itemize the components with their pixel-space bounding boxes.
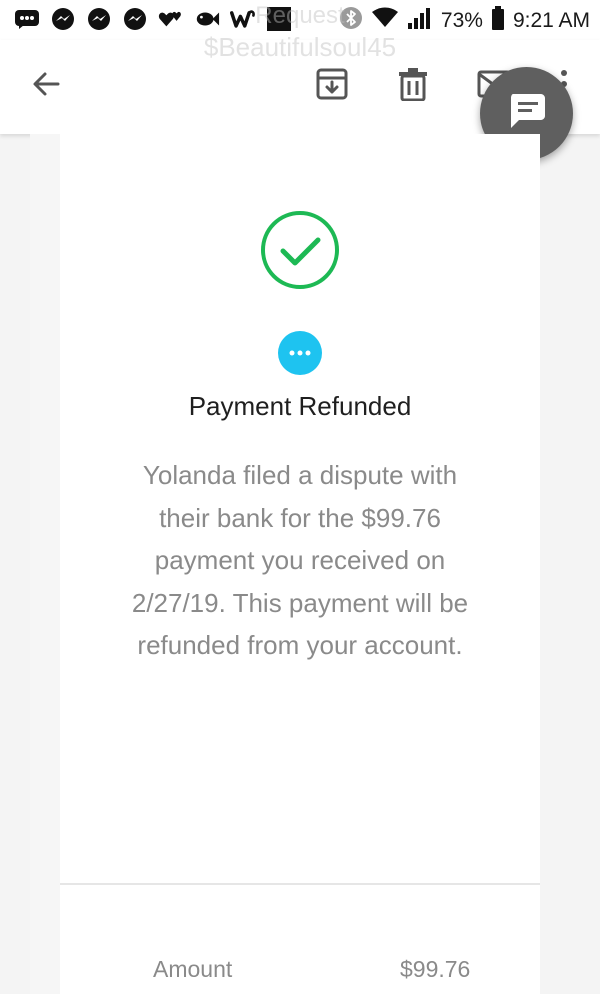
wifi-icon	[371, 7, 399, 35]
delete-button[interactable]	[389, 62, 437, 110]
divider	[60, 883, 540, 885]
email-body: Payment Refunded Yolanda filed a dispute…	[30, 134, 540, 994]
amount-value: $99.76	[400, 956, 471, 982]
hearts-icon	[158, 6, 184, 32]
notification-icons	[14, 6, 292, 32]
payment-status-title: Payment Refunded	[188, 391, 412, 421]
bluetooth-icon	[339, 6, 363, 36]
messenger-icon	[122, 6, 148, 32]
trash-icon	[398, 67, 428, 106]
status-bar: 73% 9:21 AM	[0, 0, 600, 40]
app-square-icon	[266, 6, 292, 32]
back-button[interactable]	[22, 62, 70, 110]
messages-icon	[14, 6, 40, 32]
signal-icon	[407, 7, 433, 35]
clock: 9:21 AM	[512, 9, 590, 32]
chat-bubble-icon	[507, 92, 547, 135]
fish-icon	[194, 6, 220, 32]
more-dots-icon	[278, 331, 322, 375]
refund-message: Yolanda filed a dispute with their bank …	[131, 460, 469, 660]
battery-icon	[491, 6, 505, 36]
amount-label: Amount	[153, 956, 233, 982]
receipt-card: Payment Refunded Yolanda filed a dispute…	[60, 134, 540, 994]
arrow-left-icon	[30, 68, 62, 105]
check-circle-icon	[260, 210, 340, 290]
messenger-icon	[86, 6, 112, 32]
archive-button[interactable]	[308, 62, 356, 110]
battery-percent: 73%	[440, 9, 483, 32]
system-status: 73% 9:21 AM	[339, 6, 590, 36]
wish-icon	[230, 6, 256, 32]
screen: 73% 9:21 AM Request $Beautifulsoul45 Pay…	[0, 0, 600, 994]
archive-icon	[315, 67, 349, 106]
messenger-icon	[50, 6, 76, 32]
